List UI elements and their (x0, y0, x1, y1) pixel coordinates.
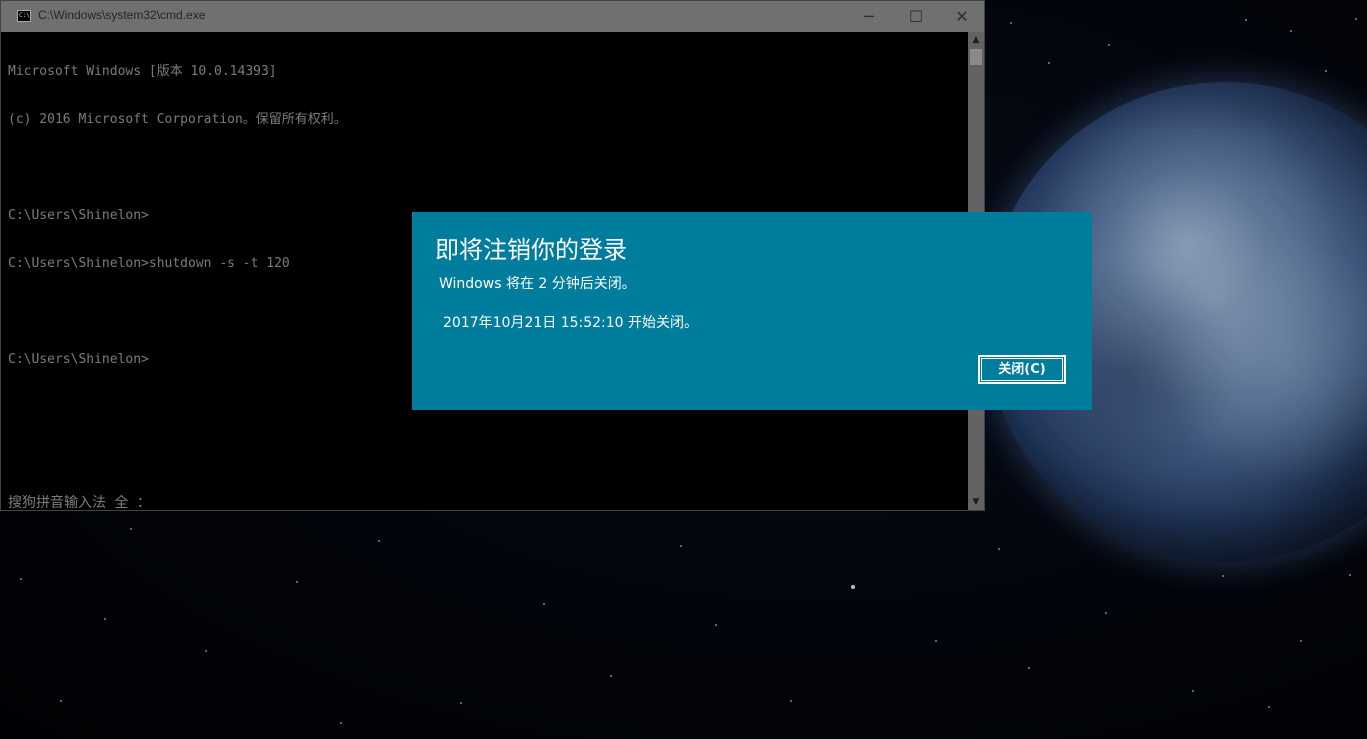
shutdown-notification-dialog: 即将注销你的登录 Windows 将在 2 分钟后关闭。 2017年10月21日… (412, 212, 1092, 410)
dialog-message: Windows 将在 2 分钟后关闭。 (439, 276, 636, 292)
dialog-title: 即将注销你的登录 (435, 236, 627, 264)
dialog-close-button[interactable]: 关闭(C) (978, 355, 1066, 384)
shutdown-time-text: 2017年10月21日 15:52:10 开始关闭。 (443, 315, 699, 331)
